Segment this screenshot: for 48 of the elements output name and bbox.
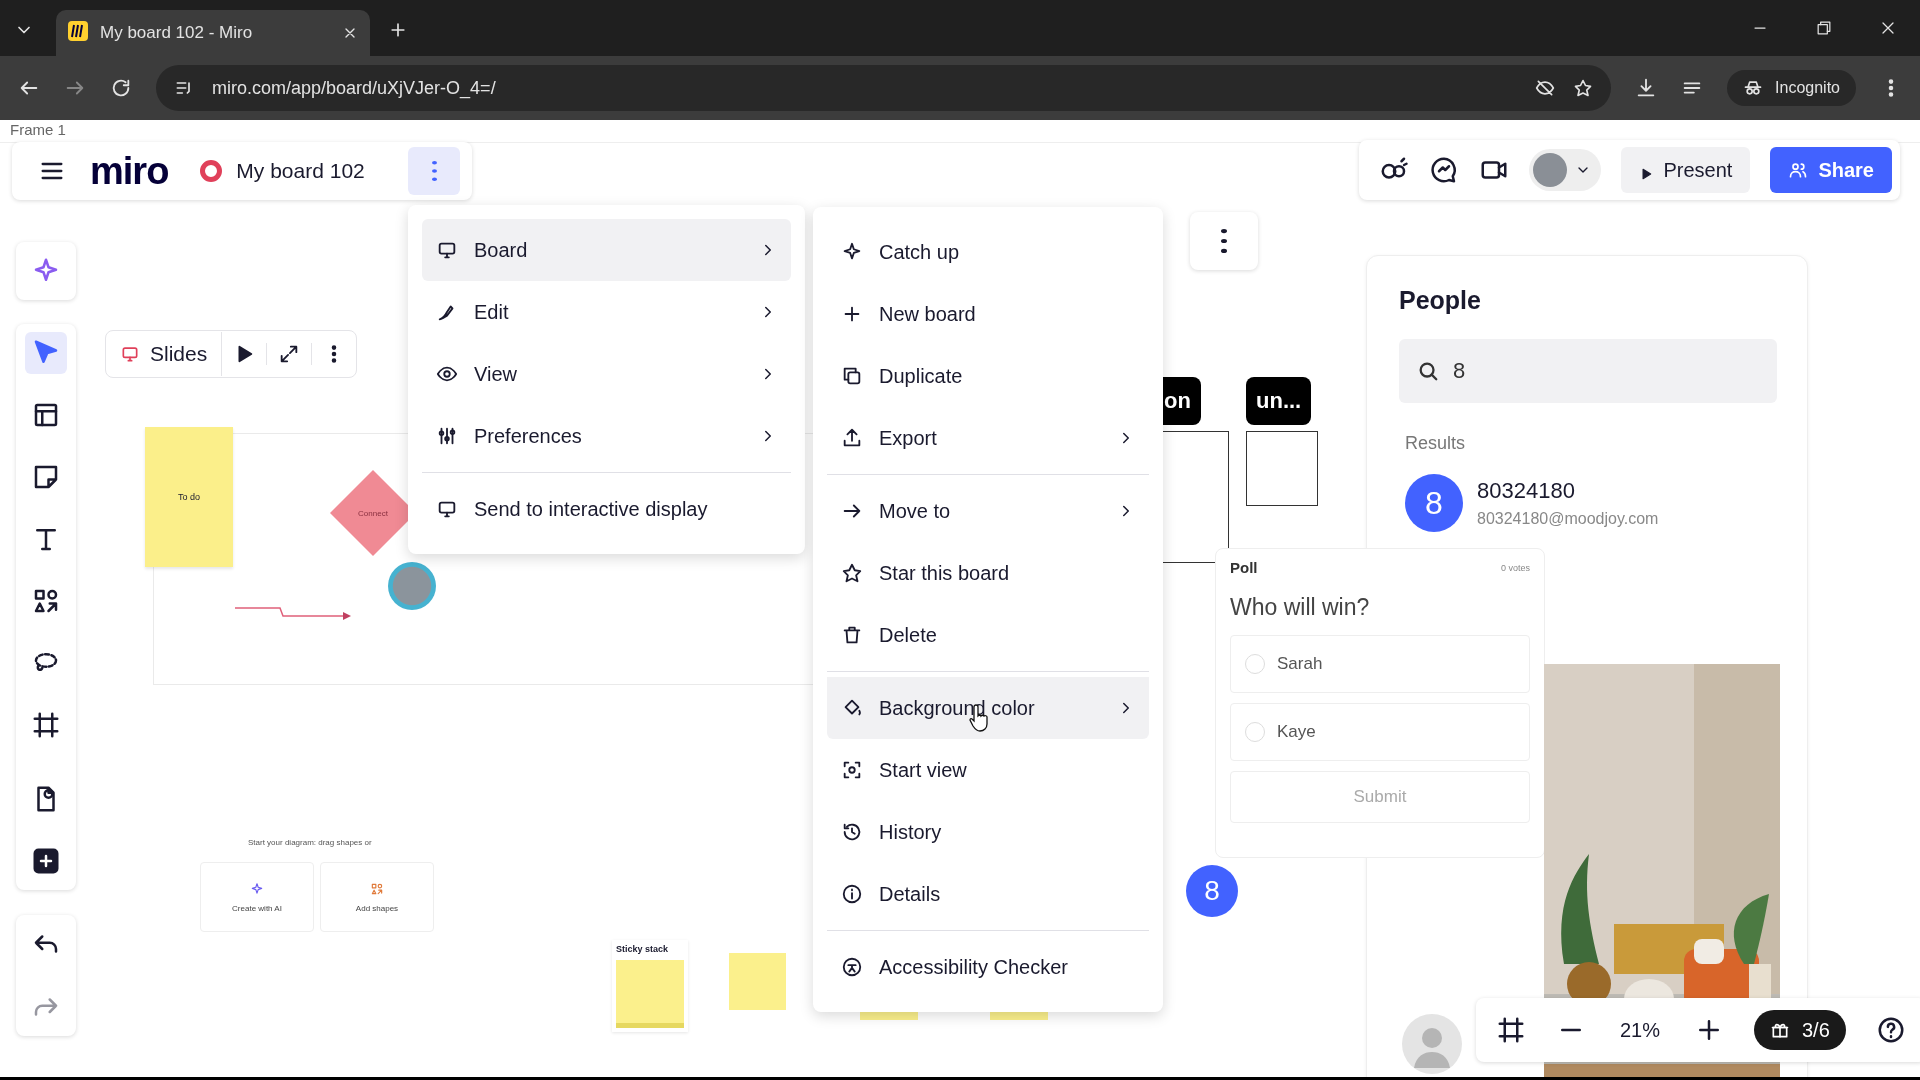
poll-question: Who will win? (1230, 594, 1371, 621)
browser-tab[interactable]: My board 102 - Miro (56, 10, 370, 56)
gift-button[interactable]: 3/6 (1754, 1010, 1846, 1050)
menu-item[interactable]: Move to (827, 474, 1149, 542)
results-label: Results (1405, 433, 1466, 454)
menu-item[interactable]: Edit (422, 281, 791, 343)
miro-logo[interactable]: miro (90, 152, 169, 190)
frame-label: Frame 1 (10, 121, 66, 139)
diagram-prompt: Start your diagram: drag shapes or (248, 838, 372, 847)
incognito-chip[interactable]: Incognito (1727, 70, 1856, 106)
menu-item[interactable]: Catch up (827, 221, 1149, 283)
menu-item[interactable]: New board (827, 283, 1149, 345)
menu-item[interactable]: Send to interactive display (422, 472, 791, 540)
url-text: miro.com/app/board/uXjVJer-O_4=/ (212, 77, 496, 99)
poll-option[interactable]: Kaye (1230, 703, 1530, 761)
tab-title: My board 102 - Miro (100, 23, 254, 43)
person-email: 80324180@moodjoy.com (1477, 510, 1659, 528)
person-avatar: 8 (1405, 474, 1463, 532)
menu-item[interactable]: Details (827, 863, 1149, 925)
board-name[interactable]: My board 102 (236, 159, 365, 183)
sticky-note: To do (145, 427, 233, 567)
menu-item[interactable]: Board (422, 219, 791, 281)
search-field[interactable]: 8 (1399, 339, 1777, 403)
panel-title: People (1399, 286, 1481, 315)
label-tag: un... (1246, 377, 1312, 425)
menu-item[interactable]: Delete (827, 604, 1149, 666)
present-button[interactable]: Present (1621, 147, 1751, 193)
menu-item[interactable]: Preferences (422, 405, 791, 467)
vote-count: 0 votes (1500, 562, 1530, 573)
add-shapes-button[interactable]: Add shapes (320, 862, 434, 932)
user-cursor-badge: 8 (1186, 865, 1238, 917)
menu-item[interactable]: History (827, 801, 1149, 863)
menu-item[interactable]: Accessibility Checker (827, 930, 1149, 998)
create-with-ai-button[interactable]: Create with AI (200, 862, 314, 932)
person-name: 80324180 (1477, 478, 1576, 504)
address-bar[interactable]: miro.com/app/board/uXjVJer-O_4=/ (156, 65, 1612, 111)
menu-item[interactable]: Star this board (827, 542, 1149, 604)
menu-item[interactable]: Start view (827, 739, 1149, 801)
share-button[interactable]: Share (1770, 147, 1892, 193)
menu-item[interactable]: Export (827, 407, 1149, 469)
zoom-level[interactable]: 21% (1616, 1018, 1664, 1042)
poll-title: Poll (1230, 559, 1258, 576)
slides-button[interactable]: Slides (106, 332, 223, 376)
menu-item[interactable]: Duplicate (827, 345, 1149, 407)
sticky-stack: Sticky stack (612, 940, 688, 1032)
poll-option[interactable]: Sarah (1230, 635, 1530, 693)
menu-item[interactable]: View (422, 343, 791, 405)
person-result[interactable]: 8 80324180 80324180@moodjoy.com (1405, 474, 1659, 532)
